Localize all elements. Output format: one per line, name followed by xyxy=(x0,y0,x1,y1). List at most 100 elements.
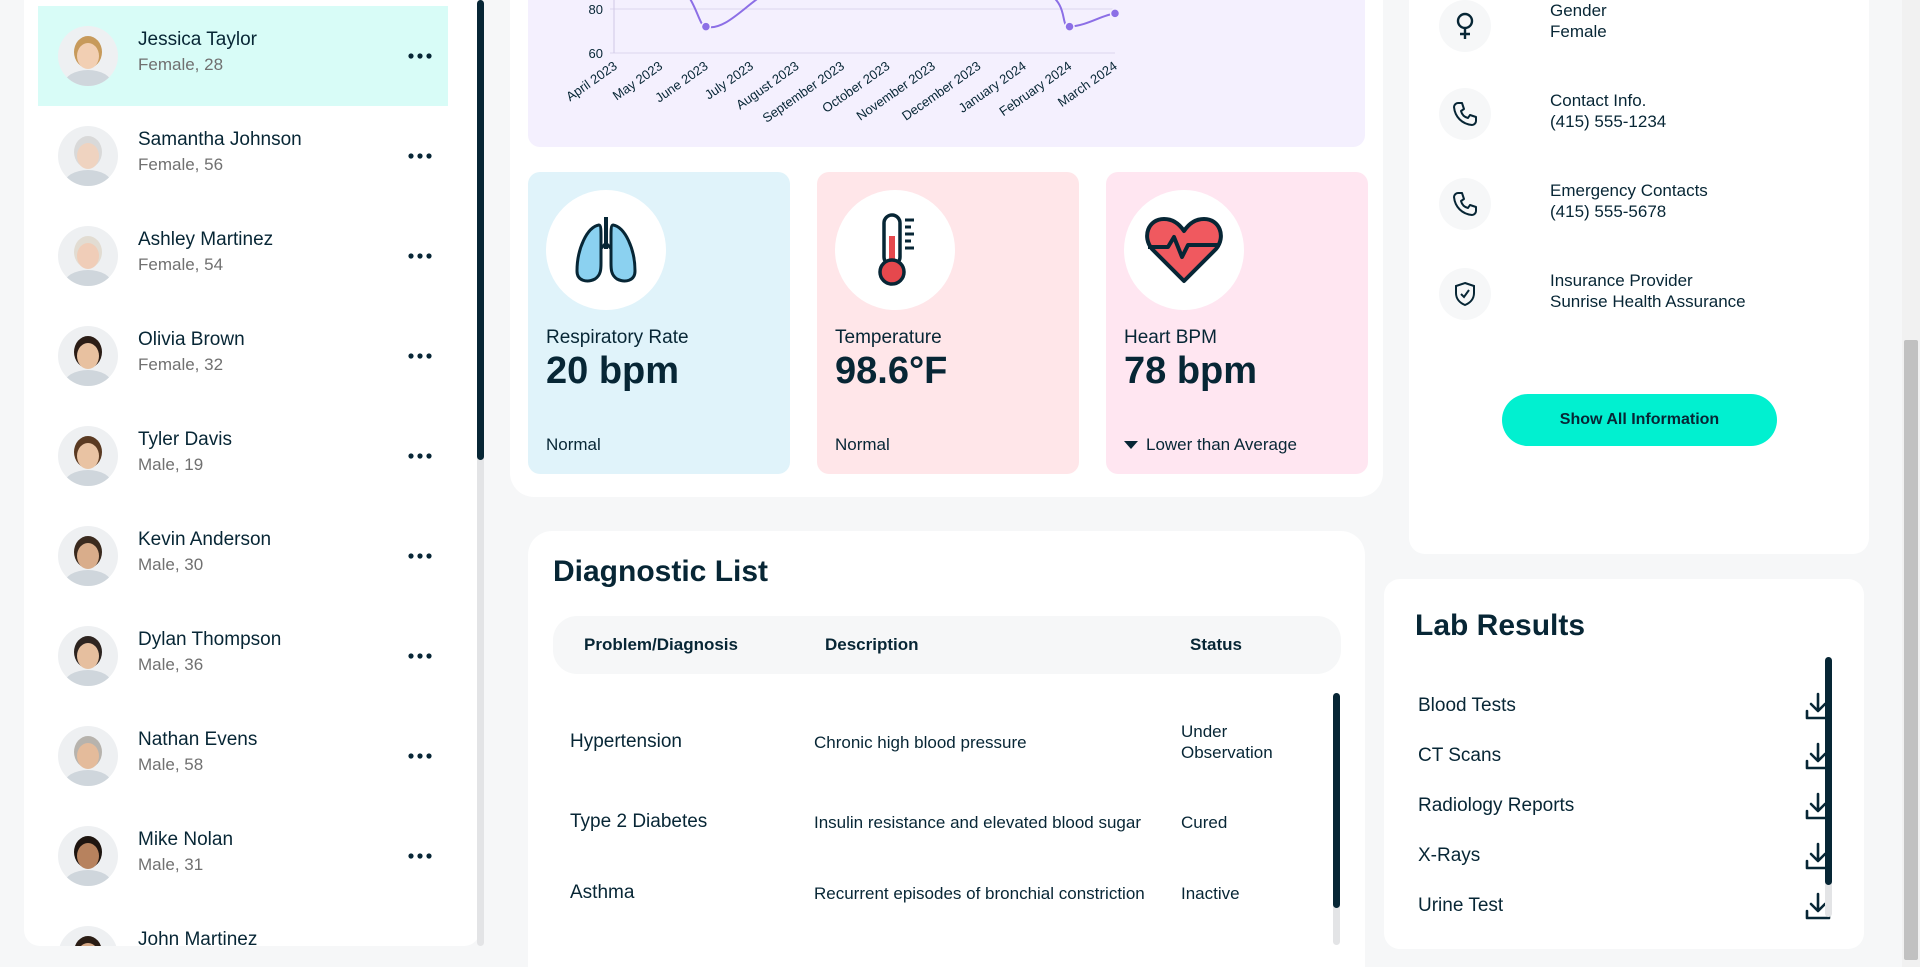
vital-label: Respiratory Rate xyxy=(546,327,689,348)
patient-name: John Martinez xyxy=(138,929,258,946)
patient-row[interactable]: Olivia Brown Female, 32 xyxy=(38,306,448,406)
diagnosis-problem: Hypertension xyxy=(570,731,682,752)
patient-list-scrollbar-thumb[interactable] xyxy=(477,0,484,460)
blood-pressure-chart: 80 60 April 2023 May 2023 June 2023 July 2023… xyxy=(528,0,1365,147)
diagnosis-description: Recurrent episodes of bronchial constric… xyxy=(814,884,1145,903)
phone-icon xyxy=(1439,178,1491,230)
diagnostic-list-title: Diagnostic List xyxy=(553,555,769,588)
x-tick-label: November 2023 xyxy=(854,58,938,123)
blood-pressure-point xyxy=(1064,21,1075,32)
patient-name: Mike Nolan xyxy=(138,829,234,850)
info-insurance: Insurance Provider Sunrise Health Assura… xyxy=(1439,268,1859,328)
vital-status-text: Normal xyxy=(835,435,890,454)
arrow-down-icon xyxy=(1124,441,1138,449)
lab-results-card: Lab Results Blood Tests CT Scans Radiology… xyxy=(1384,579,1864,949)
patient-gender-age: Female, 56 xyxy=(138,155,224,174)
avatar xyxy=(58,726,118,786)
avatar xyxy=(58,426,118,486)
lab-result-item[interactable]: CT Scans xyxy=(1404,733,1831,779)
patient-row[interactable]: Jessica Taylor Female, 28 xyxy=(38,6,448,106)
vital-status-text: Lower than Average xyxy=(1146,435,1297,454)
vital-status-text: Normal xyxy=(546,435,601,454)
patient-name: Tyler Davis xyxy=(138,429,232,450)
more-horizontal-icon[interactable] xyxy=(407,746,433,766)
lab-result-item[interactable]: Blood Tests xyxy=(1404,683,1831,729)
more-horizontal-icon[interactable] xyxy=(407,346,433,366)
info-emergency-contact: Emergency Contacts (415) 555-5678 xyxy=(1439,178,1859,238)
patient-row[interactable]: John Martinez xyxy=(38,906,448,946)
avatar xyxy=(58,226,118,286)
lab-result-name: CT Scans xyxy=(1418,745,1502,766)
patient-gender-age: Male, 58 xyxy=(138,755,204,774)
info-value: Female xyxy=(1550,22,1607,41)
page-scrollbar-thumb[interactable] xyxy=(1904,340,1918,960)
lab-results-title: Lab Results xyxy=(1415,609,1586,642)
respiratory-rate-card: Respiratory Rate 20 bpm Normal xyxy=(528,172,790,474)
lab-results-scrollbar-thumb[interactable] xyxy=(1825,657,1832,885)
patient-name: Nathan Evens xyxy=(138,729,258,750)
vital-status: Lower than Average xyxy=(1124,435,1297,455)
info-label: Emergency Contacts xyxy=(1550,181,1708,200)
heart-icon xyxy=(1124,190,1244,310)
patient-name: Ashley Martinez xyxy=(138,229,274,250)
avatar xyxy=(58,126,118,186)
patient-row[interactable]: Samantha Johnson Female, 56 xyxy=(38,106,448,206)
patient-row[interactable]: Nathan Evens Male, 58 xyxy=(38,706,448,806)
info-value: Sunrise Health Assurance xyxy=(1550,292,1746,311)
more-horizontal-icon[interactable] xyxy=(407,146,433,166)
diagnostic-scrollbar-thumb[interactable] xyxy=(1333,693,1340,908)
patient-gender-age: Female, 28 xyxy=(138,55,224,74)
info-gender: Gender Female xyxy=(1439,0,1859,60)
lab-result-item[interactable]: X-Rays xyxy=(1404,833,1831,879)
more-horizontal-icon[interactable] xyxy=(407,646,433,666)
lab-result-item[interactable]: Urine Test xyxy=(1404,883,1831,929)
column-header-problem: Problem/Diagnosis xyxy=(584,635,738,654)
patient-name: Kevin Anderson xyxy=(138,529,272,550)
lungs-icon xyxy=(546,190,666,310)
lab-result-item[interactable]: Radiology Reports xyxy=(1404,783,1831,829)
female-icon xyxy=(1439,0,1491,52)
patient-gender-age: Female, 32 xyxy=(138,355,224,374)
info-value: (415) 555-5678 xyxy=(1550,202,1667,221)
avatar xyxy=(58,626,118,686)
vital-value: 20 bpm xyxy=(546,350,680,392)
phone-icon xyxy=(1439,88,1491,140)
more-horizontal-icon[interactable] xyxy=(407,446,433,466)
patient-gender-age: Male, 36 xyxy=(138,655,204,674)
info-label: Gender xyxy=(1550,1,1607,20)
x-tick-label: April 2023 xyxy=(563,58,620,104)
info-label: Insurance Provider xyxy=(1550,271,1693,290)
avatar xyxy=(58,26,118,86)
vital-status: Normal xyxy=(835,435,890,455)
column-header-status: Status xyxy=(1190,635,1242,654)
blood-pressure-point xyxy=(1109,8,1121,19)
lab-result-name: X-Rays xyxy=(1418,845,1481,866)
diagnosis-description: Insulin resistance and elevated blood su… xyxy=(814,813,1141,832)
avatar xyxy=(58,526,118,586)
show-all-information-button[interactable]: Show All Information xyxy=(1502,394,1777,446)
patient-row[interactable]: Ashley Martinez Female, 54 xyxy=(38,206,448,306)
more-horizontal-icon[interactable] xyxy=(407,546,433,566)
avatar xyxy=(58,326,118,386)
blood-pressure-series-line xyxy=(689,0,1116,29)
lab-result-name: Urine Test xyxy=(1418,895,1504,916)
patient-row[interactable]: Tyler Davis Male, 19 xyxy=(38,406,448,506)
diagnosis-status: Cured xyxy=(1181,813,1228,832)
heart-bpm-card: Heart BPM 78 bpm Lower than Average xyxy=(1106,172,1368,474)
thermometer-icon xyxy=(835,190,955,310)
more-horizontal-icon[interactable] xyxy=(407,46,433,66)
more-horizontal-icon[interactable] xyxy=(407,246,433,266)
patient-row[interactable]: Kevin Anderson Male, 30 xyxy=(38,506,448,606)
diagnosis-description: Chronic high blood pressure xyxy=(814,733,1027,752)
vital-label: Temperature xyxy=(835,327,942,348)
x-tick-label: December 2023 xyxy=(899,58,983,123)
more-horizontal-icon[interactable] xyxy=(407,846,433,866)
patient-list: Jessica Taylor Female, 28 Samantha Johnson… xyxy=(24,0,480,946)
patient-row[interactable]: Dylan Thompson Male, 36 xyxy=(38,606,448,706)
patient-row[interactable]: Mike Nolan Male, 31 xyxy=(38,806,448,906)
y-tick-label: 60 xyxy=(589,46,603,61)
patient-name: Olivia Brown xyxy=(138,329,245,350)
lab-result-name: Blood Tests xyxy=(1418,695,1516,716)
avatar xyxy=(58,926,118,946)
patient-name: Samantha Johnson xyxy=(138,129,302,150)
